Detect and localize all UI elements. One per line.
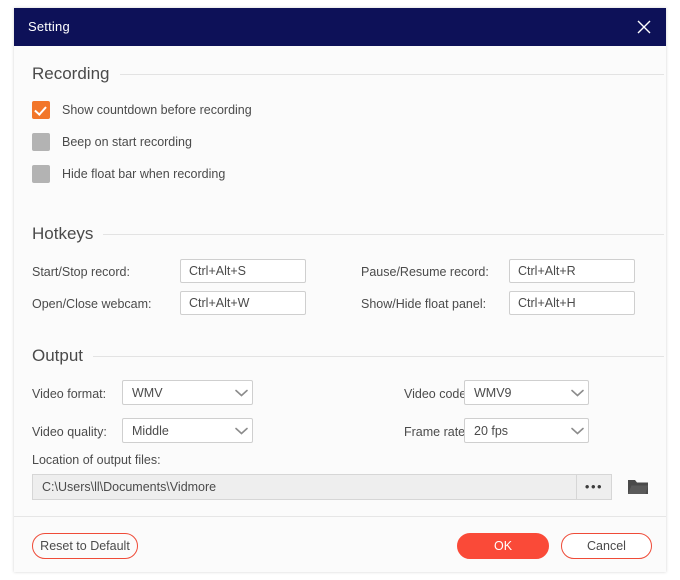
section-title-recording: Recording bbox=[32, 64, 120, 84]
section-title-output: Output bbox=[32, 346, 93, 366]
title-bar: Setting bbox=[14, 8, 666, 46]
section-divider bbox=[120, 74, 665, 75]
checkbox-row-show-countdown[interactable]: Show countdown before recording bbox=[32, 101, 252, 119]
checkbox-row-beep-on-start[interactable]: Beep on start recording bbox=[32, 133, 192, 151]
label-pause-resume-record: Pause/Resume record: bbox=[361, 265, 489, 279]
cancel-button[interactable]: Cancel bbox=[561, 533, 652, 559]
input-open-close-webcam[interactable]: Ctrl+Alt+W bbox=[180, 291, 306, 315]
input-show-hide-float-panel[interactable]: Ctrl+Alt+H bbox=[509, 291, 635, 315]
select-frame-rate[interactable]: 20 fps bbox=[464, 418, 589, 443]
section-header-output: Output bbox=[32, 346, 664, 366]
input-output-location[interactable]: C:\Users\ll\Documents\Vidmore ••• bbox=[32, 474, 612, 500]
checkbox-label-beep-on-start: Beep on start recording bbox=[62, 135, 192, 149]
value-pause-resume-record: Ctrl+Alt+R bbox=[518, 264, 576, 278]
value-video-format: WMV bbox=[132, 386, 230, 400]
select-video-format[interactable]: WMV bbox=[122, 380, 253, 405]
checkbox-row-hide-float-bar[interactable]: Hide float bar when recording bbox=[32, 165, 225, 183]
checkbox-label-show-countdown: Show countdown before recording bbox=[62, 103, 252, 117]
label-start-stop-record: Start/Stop record: bbox=[32, 265, 130, 279]
section-header-hotkeys: Hotkeys bbox=[32, 224, 664, 244]
label-frame-rate: Frame rate: bbox=[404, 425, 469, 439]
section-title-hotkeys: Hotkeys bbox=[32, 224, 103, 244]
chevron-down-icon bbox=[230, 389, 252, 397]
label-open-close-webcam: Open/Close webcam: bbox=[32, 297, 152, 311]
section-header-recording: Recording bbox=[32, 64, 664, 84]
label-video-format: Video format: bbox=[32, 387, 106, 401]
label-show-hide-float-panel: Show/Hide float panel: bbox=[361, 297, 486, 311]
close-icon[interactable] bbox=[632, 16, 656, 38]
label-video-quality: Video quality: bbox=[32, 425, 107, 439]
section-divider bbox=[93, 356, 664, 357]
value-video-codec: WMV9 bbox=[474, 386, 566, 400]
checkbox-beep-on-start[interactable] bbox=[32, 133, 50, 151]
input-start-stop-record[interactable]: Ctrl+Alt+S bbox=[180, 259, 306, 283]
checkbox-show-countdown[interactable] bbox=[32, 101, 50, 119]
dialog-footer: Reset to Default OK Cancel bbox=[14, 517, 666, 572]
section-divider bbox=[103, 234, 664, 235]
chevron-down-icon bbox=[230, 427, 252, 435]
select-video-codec[interactable]: WMV9 bbox=[464, 380, 589, 405]
label-output-location: Location of output files: bbox=[32, 453, 161, 467]
setting-dialog: Setting Recording Show countdown before … bbox=[14, 8, 666, 572]
folder-icon[interactable] bbox=[624, 474, 652, 500]
value-start-stop-record: Ctrl+Alt+S bbox=[189, 264, 246, 278]
checkbox-label-hide-float-bar: Hide float bar when recording bbox=[62, 167, 225, 181]
value-show-hide-float-panel: Ctrl+Alt+H bbox=[518, 296, 576, 310]
chevron-down-icon bbox=[566, 389, 588, 397]
value-frame-rate: 20 fps bbox=[474, 424, 566, 438]
browse-button-label: ••• bbox=[585, 484, 603, 490]
ok-button[interactable]: OK bbox=[457, 533, 549, 559]
value-open-close-webcam: Ctrl+Alt+W bbox=[189, 296, 249, 310]
window-title: Setting bbox=[28, 19, 70, 34]
select-video-quality[interactable]: Middle bbox=[122, 418, 253, 443]
browse-button[interactable]: ••• bbox=[576, 475, 611, 499]
reset-to-default-button[interactable]: Reset to Default bbox=[32, 533, 138, 559]
chevron-down-icon bbox=[566, 427, 588, 435]
dialog-body: Recording Show countdown before recordin… bbox=[14, 46, 666, 516]
input-pause-resume-record[interactable]: Ctrl+Alt+R bbox=[509, 259, 635, 283]
value-video-quality: Middle bbox=[132, 424, 230, 438]
checkbox-hide-float-bar[interactable] bbox=[32, 165, 50, 183]
value-output-location: C:\Users\ll\Documents\Vidmore bbox=[33, 480, 576, 494]
